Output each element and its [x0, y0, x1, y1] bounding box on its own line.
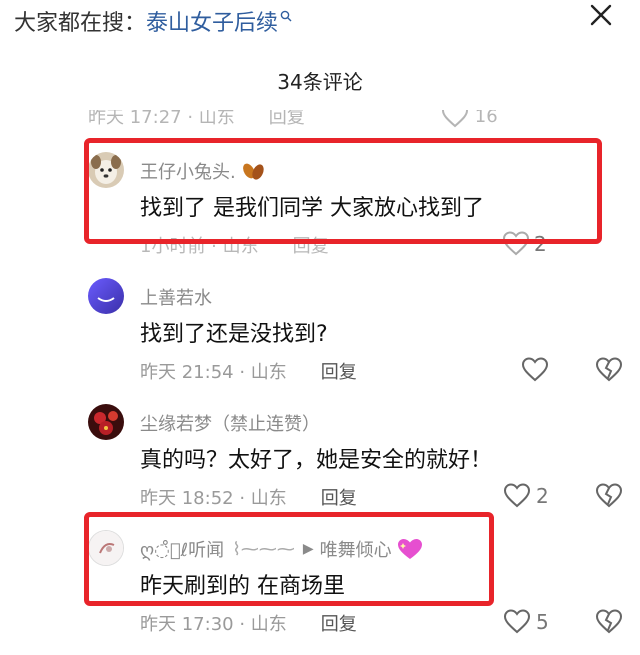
reply-button[interactable]: 回复 [321, 484, 357, 510]
broken-heart-icon[interactable] [594, 482, 624, 510]
comment-time: 昨天 18:52 · 山东 [140, 488, 287, 509]
reply-button[interactable]: 回复 [269, 110, 305, 129]
comment-count-title: 34条评论 [277, 70, 363, 94]
comment-time: 昨天 17:27 · 山东 [88, 110, 235, 128]
comment-item: 尘缘若梦（禁止连赞） 真的吗？太好了，她是安全的就好！ 昨天 18:52 · 山… [0, 404, 640, 514]
close-icon[interactable] [584, 0, 618, 34]
search-icon [280, 10, 292, 22]
search-suggestion[interactable]: 大家都在搜： 泰山女子后续 [14, 4, 292, 38]
like-button[interactable]: 2 [502, 482, 549, 510]
scrolled-comment-meta: 昨天 17:27 · 山东 回复 16 [88, 110, 588, 130]
avatar[interactable] [88, 404, 124, 440]
like-count: 5 [536, 610, 549, 634]
highlight-box [84, 138, 602, 244]
username[interactable]: 尘缘若梦（禁止连赞） [140, 410, 320, 436]
heart-icon [503, 483, 531, 508]
like-button[interactable]: 5 [502, 608, 549, 636]
highlight-box [84, 512, 494, 606]
search-prefix: 大家都在搜： [14, 11, 147, 36]
reply-button[interactable]: 回复 [321, 358, 357, 384]
comment-text: 真的吗？太好了，她是安全的就好！ [140, 448, 493, 473]
username[interactable]: 上善若水 [140, 284, 212, 310]
comment-item: 上善若水 找到了还是没找到? 昨天 21:54 · 山东 回复 [0, 278, 640, 388]
heart-icon [521, 357, 549, 382]
reply-button[interactable]: 回复 [321, 610, 357, 636]
avatar[interactable] [88, 278, 124, 314]
like-button[interactable] [520, 356, 550, 384]
broken-heart-icon[interactable] [594, 356, 624, 384]
comment-time: 昨天 21:54 · 山东 [140, 362, 287, 383]
heart-icon[interactable] [441, 110, 469, 130]
broken-heart-icon[interactable] [594, 608, 624, 636]
search-term-link[interactable]: 泰山女子后续 [146, 5, 278, 37]
comment-text: 找到了还是没找到? [140, 322, 328, 347]
comment-time: 昨天 17:30 · 山东 [140, 614, 287, 635]
heart-icon [503, 609, 531, 634]
like-count: 2 [536, 484, 549, 508]
like-count: 16 [474, 110, 498, 127]
